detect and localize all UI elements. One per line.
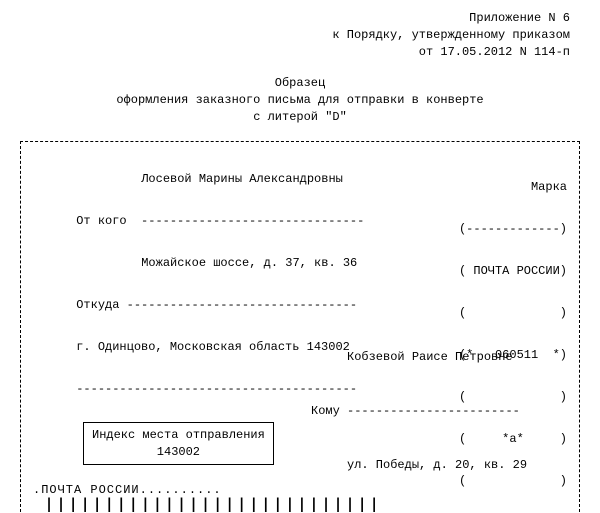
sender-index-label: Индекс места отправления <box>92 427 265 444</box>
sender-name: Лосевой Марины Александровны <box>141 172 343 186</box>
recipient-name: Кобзевой Раисе Петровне <box>311 348 576 366</box>
stamp-label: Марка <box>452 180 567 194</box>
appendix-order: к Порядку, утвержденному приказом <box>0 27 570 44</box>
recipient-block: Кобзевой Раисе Петровне Кому -----------… <box>311 312 576 512</box>
appendix-header: Приложение N 6 к Порядку, утвержденному … <box>0 0 600 60</box>
to-label: Кому <box>311 404 347 418</box>
dash: -------------------------------- <box>127 298 357 312</box>
dash: ------------------------------- <box>127 214 365 228</box>
stamp-border-top: (-------------) <box>452 222 567 236</box>
sender-index-box: Индекс места отправления 143002 <box>83 422 274 466</box>
sender-index-value: 143002 <box>92 444 265 461</box>
stamp-post: ( ПОЧТА РОССИИ) <box>452 264 567 278</box>
from-label: От кого <box>76 214 126 228</box>
appendix-date: от 17.05.2012 N 114-п <box>0 44 570 61</box>
sender-address2: г. Одинцово, Московская область 143002 <box>76 340 350 354</box>
sender-address1: Можайское шоссе, д. 37, кв. 36 <box>141 256 357 270</box>
envelope-sample: Марка (-------------) ( ПОЧТА РОССИИ) ( … <box>20 141 580 512</box>
document-title: Образец оформления заказного письма для … <box>0 75 600 125</box>
dash: ------------------------ <box>347 404 520 418</box>
title-line2: оформления заказного письма для отправки… <box>0 92 600 109</box>
recipient-addr1: ул. Победы, д. 20, кв. 29 <box>311 456 576 474</box>
from-where-label: Откуда <box>76 298 119 312</box>
appendix-number: Приложение N 6 <box>0 10 570 27</box>
title-line3: с литерой "D" <box>0 109 600 126</box>
title-line1: Образец <box>0 75 600 92</box>
